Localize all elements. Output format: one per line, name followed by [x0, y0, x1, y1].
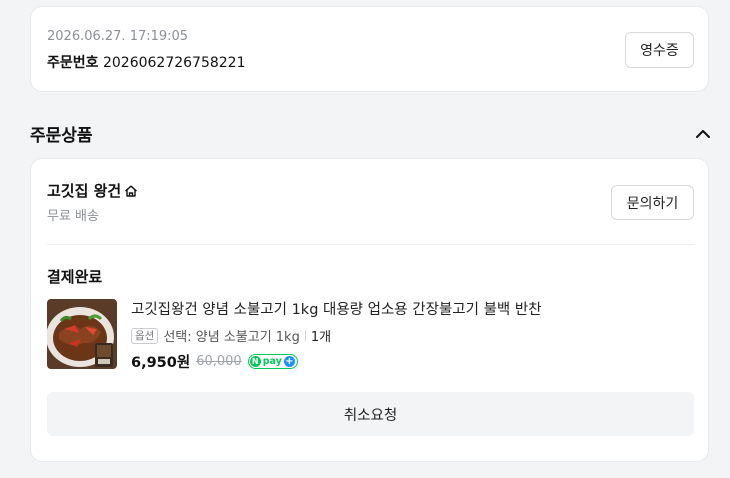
- order-status: 결제완료: [47, 268, 103, 286]
- price-row: 6,950원 60,000 N pay +: [131, 351, 298, 372]
- plus-icon: +: [283, 355, 295, 367]
- cancel-request-button[interactable]: 취소요청: [47, 392, 694, 436]
- divider: [47, 244, 694, 245]
- sale-price: 6,950원: [131, 355, 191, 371]
- option-separator: [304, 330, 306, 341]
- delivery-info: 무료 배송: [47, 209, 99, 224]
- order-info-card: 2026.06.27. 17:19:05 주문번호 20260627267582…: [30, 6, 709, 92]
- option-row: 옵션 선택: 양념 소불고기 1kg 1개: [131, 326, 331, 345]
- option-tag: 옵션: [131, 327, 159, 344]
- npay-n-icon: N: [249, 356, 261, 367]
- product-name[interactable]: 고깃집왕건 양념 소불고기 1kg 대용량 업소용 간장불고기 불백 반찬: [131, 298, 542, 319]
- store-name[interactable]: 고깃집 왕건: [47, 180, 139, 201]
- order-product-card: 고깃집 왕건 무료 배송 문의하기 결제완료 고깃집왕건 양념 소불고기 1kg…: [30, 158, 709, 462]
- product-thumbnail[interactable]: [47, 299, 117, 369]
- original-price: 60,000: [196, 354, 242, 369]
- npay-plus-badge: N pay +: [247, 354, 298, 369]
- receipt-button[interactable]: 영수증: [625, 32, 694, 68]
- store-name-label: 고깃집 왕건: [47, 182, 122, 200]
- order-number-label: 주문번호: [47, 55, 99, 71]
- npay-label: pay: [262, 356, 282, 367]
- inquiry-button[interactable]: 문의하기: [611, 185, 694, 220]
- option-text: 선택: 양념 소불고기 1kg: [163, 330, 300, 345]
- order-number: 주문번호 2026062726758221: [47, 52, 246, 72]
- section-title: 주문상품: [30, 126, 93, 146]
- chevron-up-icon[interactable]: [692, 126, 714, 142]
- quantity: 1개: [310, 330, 332, 345]
- home-icon: [125, 185, 138, 197]
- order-number-value: 2026062726758221: [102, 55, 246, 71]
- order-datetime: 2026.06.27. 17:19:05: [47, 29, 189, 44]
